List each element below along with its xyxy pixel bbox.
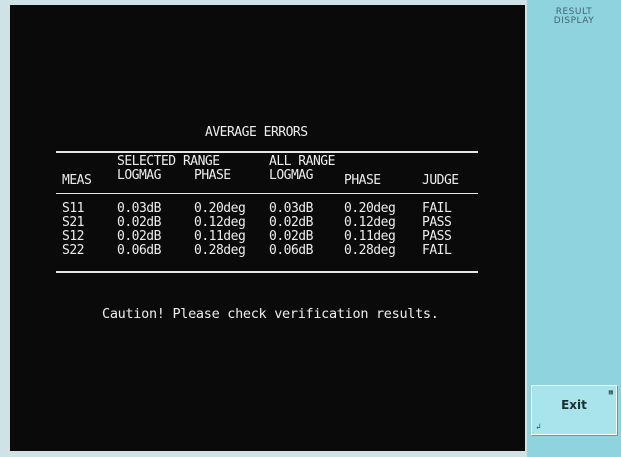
table-row-all-logmag: 0.03dB	[269, 201, 313, 216]
table-row-meas: S22	[62, 243, 84, 258]
table-row-all-phase: 0.20deg	[344, 201, 396, 216]
softkey-panel: RESULT DISPLAY ▦ Exit ↲	[527, 0, 621, 457]
table-bottom-rule	[56, 271, 478, 273]
all-range-header: ALL RANGE	[269, 154, 335, 169]
table-row-all-logmag: 0.06dB	[269, 243, 313, 258]
softkey-menu-title: RESULT DISPLAY	[537, 8, 611, 26]
table-row-selected-phase: 0.11deg	[194, 229, 246, 244]
table-row-selected-phase: 0.12deg	[194, 215, 246, 230]
table-row-all-phase: 0.11deg	[344, 229, 396, 244]
col-header-selected-logmag: LOGMAG	[117, 168, 161, 183]
col-header-judge: JUDGE	[422, 173, 459, 188]
table-row-selected-logmag: 0.06dB	[117, 243, 161, 258]
table-row-all-phase: 0.12deg	[344, 215, 396, 230]
table-header-rule	[56, 193, 478, 194]
result-display-screen: AVERAGE ERRORS SELECTED RANGE ALL RANGE …	[10, 5, 525, 451]
table-row-selected-phase: 0.28deg	[194, 243, 246, 258]
softkey-corner-icon: ▦	[608, 388, 613, 396]
selected-range-header: SELECTED RANGE	[117, 154, 220, 169]
table-row-selected-phase: 0.20deg	[194, 201, 246, 216]
col-header-all-phase: PHASE	[344, 173, 381, 188]
table-top-rule	[56, 151, 478, 153]
table-row-meas: S11	[62, 201, 84, 216]
table-row-judge: FAIL	[422, 201, 452, 216]
col-header-meas: MEAS	[62, 173, 92, 188]
softkey-arrow-icon: ↲	[536, 422, 541, 431]
table-row-judge: PASS	[422, 215, 452, 230]
col-header-all-logmag: LOGMAG	[269, 168, 313, 183]
exit-button[interactable]: ▦ Exit ↲	[531, 385, 617, 435]
table-row-selected-logmag: 0.02dB	[117, 215, 161, 230]
table-row-selected-logmag: 0.03dB	[117, 201, 161, 216]
table-row-all-phase: 0.28deg	[344, 243, 396, 258]
table-title: AVERAGE ERRORS	[205, 125, 308, 140]
table-row-all-logmag: 0.02dB	[269, 215, 313, 230]
col-header-selected-phase: PHASE	[194, 168, 231, 183]
table-row-selected-logmag: 0.02dB	[117, 229, 161, 244]
table-row-judge: FAIL	[422, 243, 452, 258]
table-row-meas: S21	[62, 215, 84, 230]
table-row-all-logmag: 0.02dB	[269, 229, 313, 244]
exit-button-label: Exit	[561, 398, 587, 412]
softkey-menu-title-line2: DISPLAY	[553, 16, 595, 26]
table-row-meas: S12	[62, 229, 84, 244]
caution-message: Caution! Please check verification resul…	[102, 306, 439, 322]
table-row-judge: PASS	[422, 229, 452, 244]
